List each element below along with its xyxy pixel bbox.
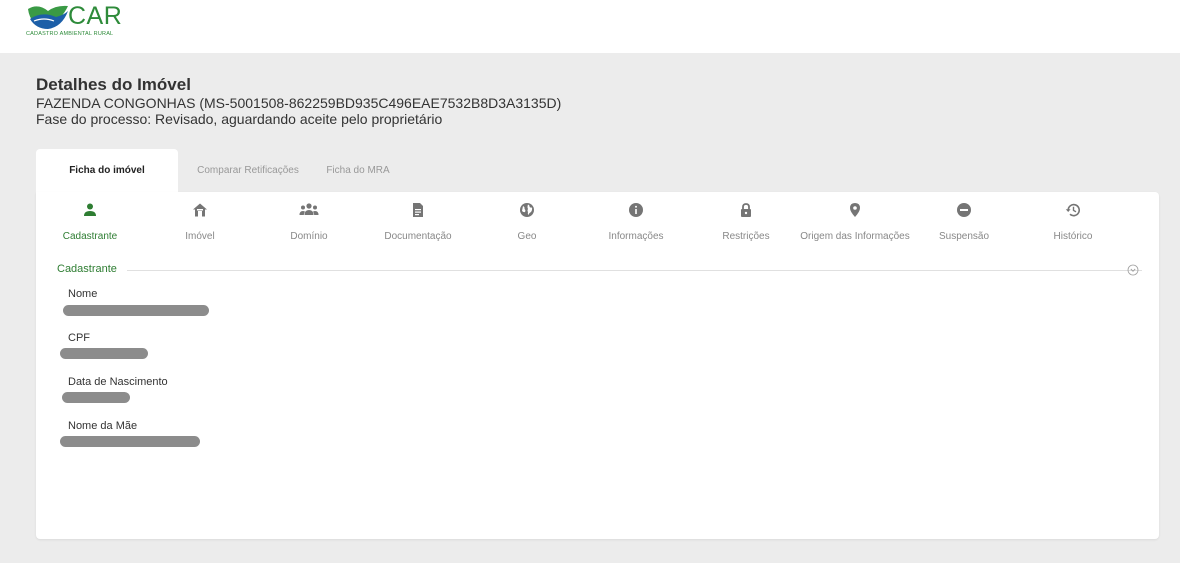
car-logo[interactable]: CAR CADASTRO AMBIENTAL RURAL <box>26 2 136 45</box>
lock-icon <box>741 203 751 217</box>
nav-item-historico[interactable]: Histórico <box>1013 202 1133 242</box>
section-header: Cadastrante <box>57 263 1142 277</box>
field-label: Data de Nascimento <box>68 376 168 388</box>
tab-ficha-mra[interactable]: Ficha do MRA <box>318 149 398 192</box>
home-icon <box>193 203 207 217</box>
nav-label: Imóvel <box>185 231 215 242</box>
person-icon <box>84 203 96 216</box>
redacted-value <box>62 392 130 403</box>
tab-ficha-imovel[interactable]: Ficha do imóvel <box>36 149 178 192</box>
nav-label: Geo <box>517 231 537 242</box>
nav-item-cadastrante[interactable]: Cadastrante <box>30 202 150 242</box>
property-header: Detalhes do Imóvel FAZENDA CONGONHAS (MS… <box>36 75 561 127</box>
nav-label: Histórico <box>1053 231 1093 242</box>
location-pin-icon <box>850 203 860 217</box>
details-card: Cadastrante Imóvel Domínio Documentação … <box>36 192 1159 539</box>
nav-label: Restrições <box>722 231 770 242</box>
tab-comparar-retificacoes[interactable]: Comparar Retificações <box>178 149 318 192</box>
nav-item-documentacao[interactable]: Documentação <box>358 202 478 242</box>
brand-name: CAR <box>68 2 123 30</box>
process-phase: Fase do processo: Revisado, aguardando a… <box>36 111 443 127</box>
nav-item-dominio[interactable]: Domínio <box>249 202 369 242</box>
minus-circle-icon <box>957 203 971 217</box>
nav-item-suspensao[interactable]: Suspensão <box>904 202 1024 242</box>
section-title: Cadastrante <box>57 263 125 275</box>
nav-item-informacoes[interactable]: Informações <box>576 202 696 242</box>
car-logo-leaf-icon <box>28 5 68 29</box>
history-icon <box>1065 203 1080 217</box>
nav-label: Suspensão <box>938 231 990 242</box>
tab-bar: Ficha do imóvel Comparar Retificações Fi… <box>36 149 398 192</box>
redacted-value <box>63 305 209 316</box>
field-data-nascimento: Data de Nascimento <box>68 376 168 388</box>
field-label: Nome da Mãe <box>68 420 138 432</box>
nav-label: Informações <box>608 231 664 242</box>
page-title: Detalhes do Imóvel <box>36 75 191 94</box>
nav-item-origem-informacoes[interactable]: Origem das Informações <box>795 202 915 242</box>
nav-label: Documentação <box>384 231 452 242</box>
section-nav: Cadastrante Imóvel Domínio Documentação … <box>36 202 1159 247</box>
redacted-value <box>60 348 148 359</box>
property-name: FAZENDA CONGONHAS (MS-5001508-862259BD93… <box>36 95 562 111</box>
field-label: Nome <box>68 288 98 300</box>
field-nome-mae: Nome da Mãe <box>68 420 137 432</box>
section-divider <box>127 270 1142 271</box>
people-icon <box>299 203 319 215</box>
info-icon <box>629 203 643 217</box>
nav-item-geo[interactable]: Geo <box>467 202 587 242</box>
nav-item-imovel[interactable]: Imóvel <box>140 202 260 242</box>
brand-subtitle: CADASTRO AMBIENTAL RURAL <box>26 31 114 37</box>
top-bar: CAR CADASTRO AMBIENTAL RURAL <box>0 0 1180 53</box>
document-icon <box>413 203 423 217</box>
field-cpf: CPF <box>68 332 90 344</box>
globe-icon <box>520 203 534 217</box>
field-label: CPF <box>68 332 90 344</box>
field-nome: Nome <box>68 288 97 300</box>
nav-label: Cadastrante <box>62 231 118 242</box>
redacted-value <box>60 436 200 447</box>
nav-label: Domínio <box>290 231 328 242</box>
nav-label: Origem das Informações <box>800 231 910 242</box>
chevron-down-icon[interactable] <box>1127 264 1139 276</box>
nav-item-restricoes[interactable]: Restrições <box>686 202 806 242</box>
